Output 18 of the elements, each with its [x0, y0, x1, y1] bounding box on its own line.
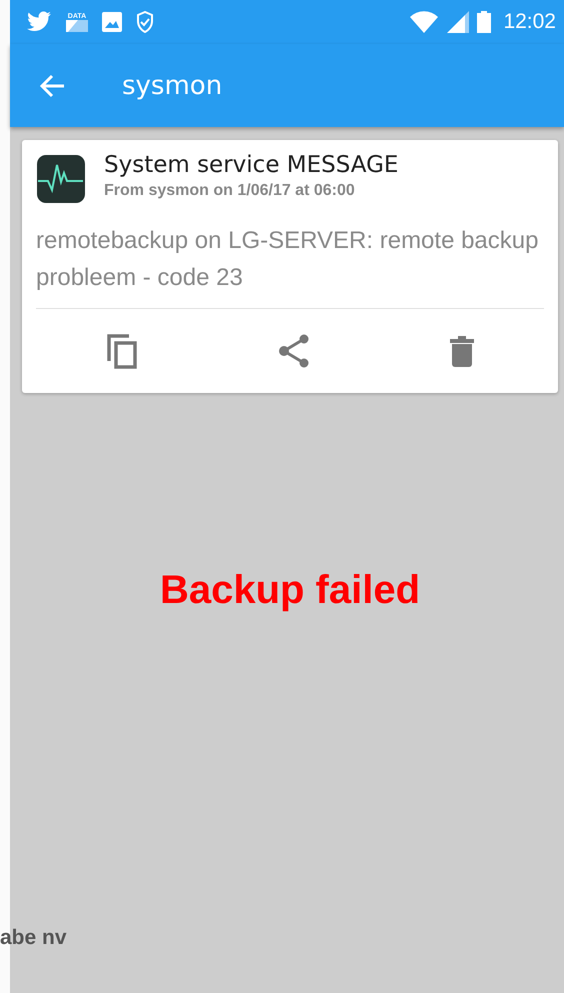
notification-title: System service MESSAGE — [104, 152, 398, 178]
battery-icon — [477, 11, 492, 33]
share-icon — [278, 334, 310, 368]
pulse-monitor-icon — [36, 154, 86, 204]
shield-icon — [136, 11, 154, 33]
notification-subtitle: From sysmon on 1/06/17 at 06:00 — [104, 182, 356, 200]
side-text: abe nv — [0, 926, 67, 950]
wifi-icon — [409, 11, 440, 33]
image-icon — [102, 12, 122, 32]
back-arrow-icon[interactable] — [40, 74, 66, 98]
signal-icon — [447, 11, 470, 33]
backup-failed-label: Backup failed — [158, 568, 422, 613]
trash-icon — [450, 335, 474, 367]
notification-message: remotebackup on LG-SERVER: remote backup probleem - code 23 — [36, 222, 544, 309]
clock-time: 12:02 — [503, 10, 556, 34]
bird-icon — [26, 11, 52, 33]
copy-icon — [106, 333, 138, 369]
app-title: sysmon — [122, 70, 222, 100]
